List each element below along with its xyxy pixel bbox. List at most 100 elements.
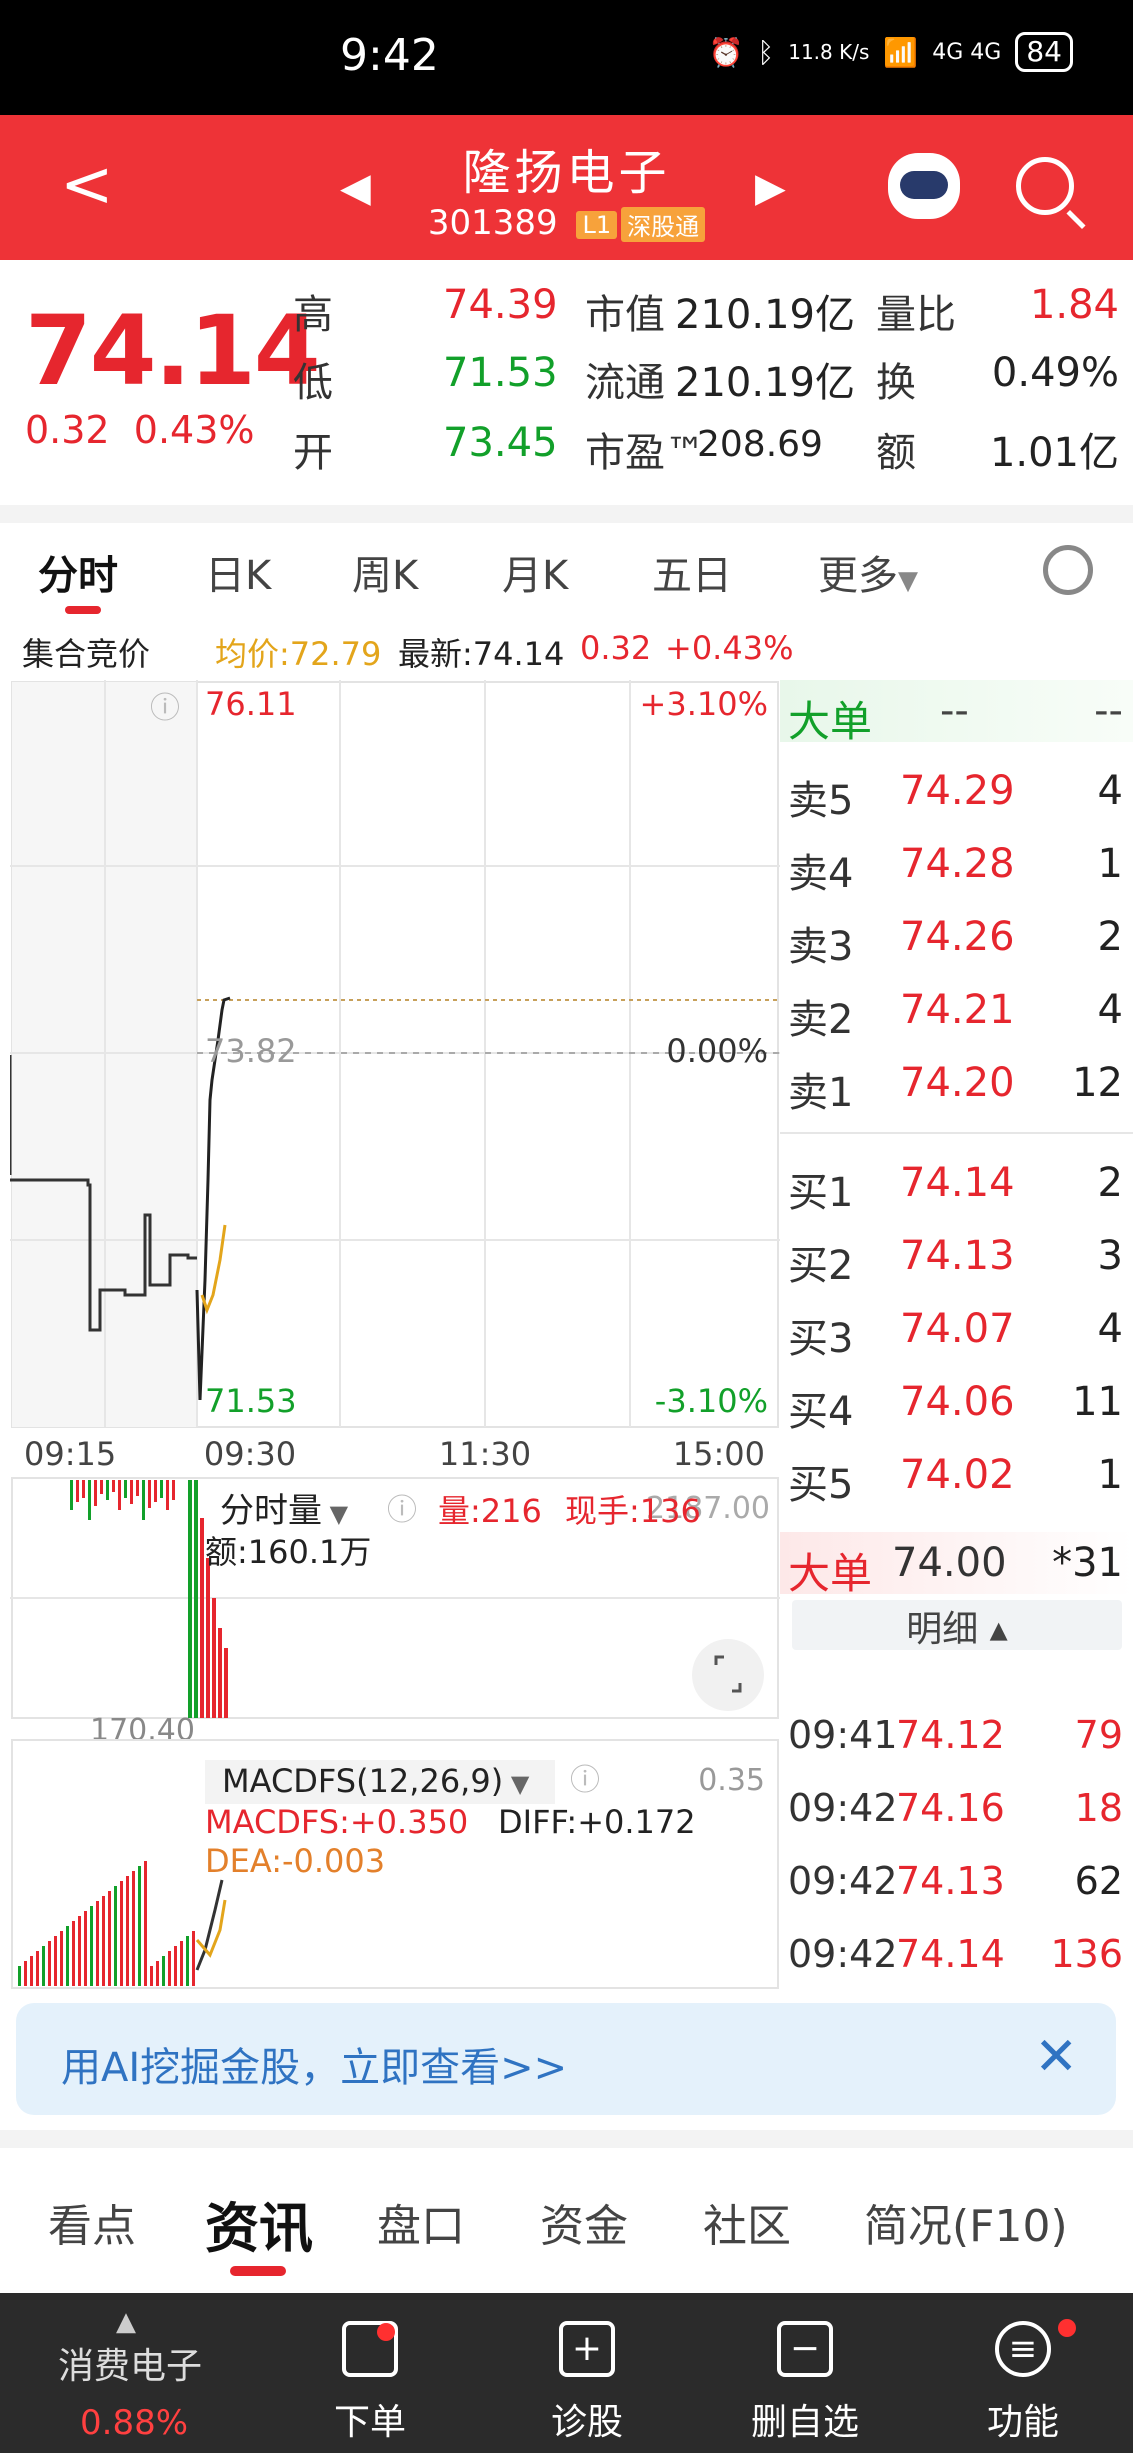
- remove-watchlist-button[interactable]: − 删自选: [730, 2321, 880, 2445]
- macd-bar: [102, 1896, 105, 1986]
- ask-row[interactable]: 卖1 74.20 12: [788, 1054, 1123, 1116]
- bid-row[interactable]: 买1 74.14 2: [788, 1154, 1123, 1216]
- tab-underline: [230, 2266, 286, 2276]
- bid-label: 买2: [788, 1243, 854, 1289]
- sector-name[interactable]: 消费电子: [58, 2337, 202, 2389]
- tab-more[interactable]: 更多▼: [818, 543, 918, 601]
- volume-bar: [130, 1480, 133, 1504]
- big-order-header[interactable]: 大单 -- --: [780, 680, 1133, 746]
- intraday-chart[interactable]: ⓘ 76.11 +3.10% 73.82 0.00% 71.53 -3.10% …: [8, 680, 780, 1990]
- ask-row[interactable]: 卖3 74.26 2: [788, 908, 1123, 970]
- bid-row[interactable]: 买2 74.13 3: [788, 1227, 1123, 1289]
- macd-value: MACDFS:+0.350: [205, 1803, 468, 1841]
- tab-capital[interactable]: 资金: [540, 2190, 628, 2254]
- info-pct: +0.43%: [665, 629, 794, 667]
- y-pct-top: +3.10%: [640, 685, 768, 723]
- bid-price: 74.13: [900, 1233, 1015, 1279]
- macd-help-icon[interactable]: ⓘ: [570, 1763, 600, 1798]
- ai-promo-text[interactable]: 用AI挖掘金股，立即查看>>: [61, 2035, 567, 2093]
- tick-price: 74.14: [896, 1932, 1005, 1976]
- stat-label-amount: 额: [876, 430, 916, 476]
- tick-price: 74.13: [896, 1859, 1005, 1903]
- bottom-action-bar: ▲ 消费电子 0.88% 下单 + 诊股 − 删自选 ≡ 功能: [0, 2293, 1133, 2453]
- quote-panel: 74.14 0.32 0.43% 高 74.39 低 71.53 开 73.45…: [0, 260, 1133, 505]
- tab-five-day[interactable]: 五日: [652, 543, 732, 601]
- bid-row[interactable]: 买5 74.02 1: [788, 1446, 1123, 1508]
- volume-bar: [112, 1480, 115, 1492]
- tab-intraday[interactable]: 分时: [38, 543, 118, 601]
- ai-robot-icon[interactable]: [888, 153, 960, 219]
- macd-bar: [168, 1951, 171, 1986]
- macd-bar: [144, 1861, 147, 1986]
- bid-row[interactable]: 买4 74.06 11: [788, 1373, 1123, 1435]
- functions-button[interactable]: ≡ 功能: [948, 2321, 1098, 2445]
- level-badge: L1: [576, 210, 618, 239]
- volume-bar: [224, 1648, 228, 1718]
- chevron-up-icon[interactable]: ▲: [116, 2307, 136, 2337]
- volume-selector[interactable]: 分时量 ▼: [220, 1491, 349, 1531]
- volume-mid-label: 170.40: [90, 1713, 195, 1748]
- tab-news[interactable]: 资讯: [205, 2184, 313, 2263]
- tick-row: 09:42 74.14 136: [788, 1924, 1123, 1984]
- stat-label-low: 低: [293, 360, 333, 406]
- tab-highlights[interactable]: 看点: [48, 2190, 136, 2254]
- stat-label-open: 开: [293, 430, 333, 476]
- bid-qty: 1: [1097, 1452, 1123, 1498]
- macd-bar: [72, 1921, 75, 1986]
- y-label-top: 76.11: [205, 685, 297, 723]
- volume-bar: [172, 1480, 175, 1500]
- macd-bar: [84, 1911, 87, 1986]
- volume-bar: [194, 1480, 198, 1718]
- macd-bar: [120, 1881, 123, 1986]
- tab-community[interactable]: 社区: [703, 2190, 791, 2254]
- tab-market-depth[interactable]: 盘口: [377, 2190, 465, 2254]
- stat-value-open: 73.45: [443, 420, 558, 466]
- big-order-qty: *31: [1052, 1540, 1123, 1586]
- amount-info: 额:160.1万: [205, 1533, 371, 1571]
- ask-qty: 2: [1097, 914, 1123, 960]
- big-order-row[interactable]: 大单 74.00 *31: [780, 1532, 1133, 1598]
- tab-f10[interactable]: 简况(F10): [864, 2190, 1068, 2254]
- stat-label-mktcap: 市值: [585, 292, 665, 338]
- volume-bar: [154, 1480, 157, 1502]
- dea-value: DEA:-0.003: [205, 1842, 385, 1880]
- tab-weekly-k[interactable]: 周K: [352, 543, 418, 601]
- latest-price: 最新:74.14: [398, 635, 565, 673]
- change-percent: 0.43%: [133, 408, 255, 452]
- volume-help-icon[interactable]: ⓘ: [387, 1493, 417, 1528]
- bid-row[interactable]: 买3 74.07 4: [788, 1300, 1123, 1362]
- settings-icon[interactable]: [1043, 545, 1093, 595]
- stat-label-high: 高: [293, 292, 333, 338]
- last-price: 74.14: [25, 295, 321, 407]
- volume-bar: [200, 1518, 204, 1718]
- tick-row: 09:41 74.12 79: [788, 1705, 1123, 1765]
- search-icon[interactable]: [1016, 157, 1074, 215]
- tab-daily-k[interactable]: 日K: [205, 543, 271, 601]
- next-stock-icon[interactable]: ▶: [755, 165, 786, 211]
- menu-icon: ≡: [995, 2321, 1051, 2377]
- detail-toggle[interactable]: 明细 ▴: [792, 1600, 1122, 1650]
- ask-qty: 1: [1097, 841, 1123, 887]
- stock-code: 301389: [427, 203, 558, 243]
- tab-underline: [65, 606, 101, 614]
- ask-price: 74.21: [900, 987, 1015, 1033]
- sector-change: 0.88%: [80, 2403, 189, 2443]
- stat-value-pe: 208.69: [697, 424, 823, 465]
- fullscreen-button[interactable]: [692, 1639, 764, 1711]
- order-button[interactable]: 下单: [295, 2321, 445, 2445]
- macd-selector[interactable]: MACDFS(12,26,9) ▼: [222, 1762, 530, 1800]
- stat-label-volratio: 量比: [876, 292, 956, 338]
- ask-row[interactable]: 卖2 74.21 4: [788, 981, 1123, 1043]
- macd-bar: [96, 1901, 99, 1986]
- volume-bar: [136, 1480, 139, 1496]
- big-order-placeholder-1: --: [940, 688, 969, 734]
- tab-monthly-k[interactable]: 月K: [502, 543, 568, 601]
- avg-price: 均价:72.79: [215, 635, 382, 673]
- help-icon[interactable]: ⓘ: [150, 691, 180, 726]
- ask-row[interactable]: 卖4 74.28 1: [788, 835, 1123, 897]
- close-icon[interactable]: ✕: [1034, 2027, 1078, 2087]
- ask-row[interactable]: 卖5 74.29 4: [788, 762, 1123, 824]
- diagnose-button[interactable]: + 诊股: [512, 2321, 662, 2445]
- ai-promo-banner[interactable]: 用AI挖掘金股，立即查看>> ✕: [16, 2003, 1116, 2115]
- macd-bar: [132, 1871, 135, 1986]
